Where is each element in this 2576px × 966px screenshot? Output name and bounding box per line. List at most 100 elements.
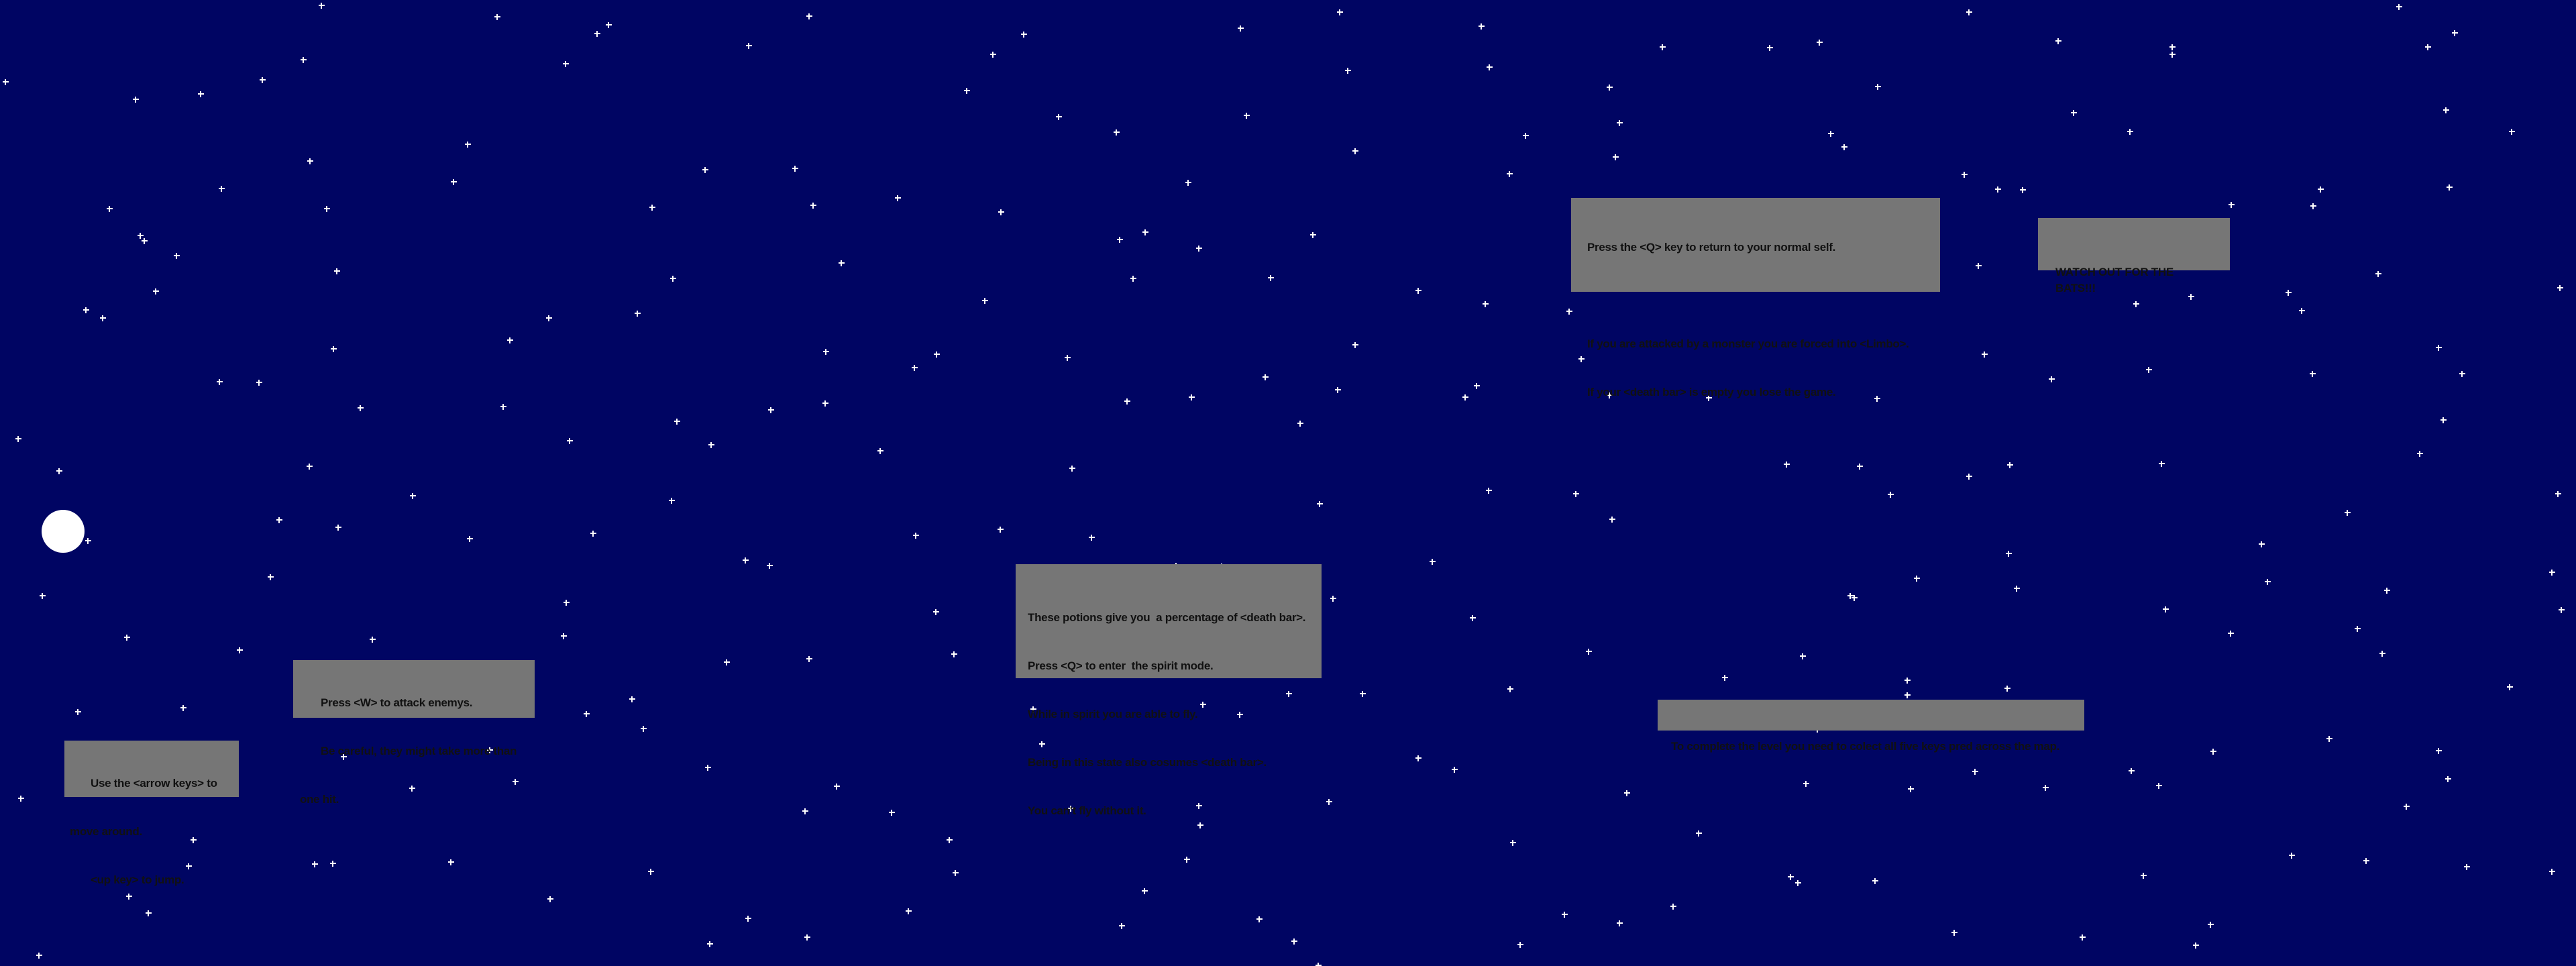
star [648, 869, 654, 875]
star [2375, 271, 2381, 277]
star [1857, 464, 1863, 470]
star [2379, 651, 2385, 657]
star [546, 315, 552, 321]
star [1566, 309, 1572, 315]
star [1966, 9, 1972, 15]
star [2014, 586, 2020, 592]
star [1352, 148, 1358, 154]
star [1238, 25, 1244, 32]
star [2440, 417, 2447, 423]
star [2299, 308, 2305, 314]
star [1244, 113, 1250, 119]
star [2318, 186, 2324, 193]
star [256, 380, 262, 386]
star [370, 637, 376, 643]
star [138, 233, 144, 239]
star [2159, 461, 2165, 467]
star [947, 837, 953, 843]
star [767, 563, 773, 569]
star [806, 13, 812, 19]
star [823, 349, 829, 355]
star [1613, 154, 1619, 160]
star [2004, 686, 2010, 692]
star [1510, 840, 1516, 846]
star [2156, 783, 2162, 789]
sign-line: Be careful, they might take more than [300, 745, 517, 757]
star [561, 633, 567, 639]
sign-line: To complete the level you need to colect… [1671, 740, 2060, 753]
star [319, 3, 325, 9]
star [410, 493, 416, 499]
star [674, 419, 680, 425]
star [1962, 172, 1968, 178]
star [124, 635, 130, 641]
star [18, 796, 24, 802]
star [15, 436, 21, 442]
star [705, 765, 711, 771]
star [1021, 32, 1027, 38]
star [1337, 9, 1343, 15]
star [1117, 237, 1123, 243]
star [1660, 44, 1666, 50]
star [670, 276, 676, 282]
sign-line: <up key> to jump. [70, 873, 184, 886]
star [792, 166, 798, 172]
star [1291, 938, 1297, 945]
star [1114, 129, 1120, 136]
star [998, 209, 1004, 215]
star [1966, 474, 1972, 480]
star [906, 908, 912, 914]
star [312, 861, 318, 867]
star [2464, 864, 2470, 870]
star [358, 405, 364, 411]
star [2436, 748, 2442, 754]
star [1335, 387, 1341, 393]
star [1415, 288, 1421, 294]
star [547, 896, 553, 902]
star [933, 609, 939, 615]
star [2310, 203, 2316, 209]
star [1976, 263, 1982, 269]
star [1326, 799, 1332, 805]
star [237, 647, 243, 653]
star [2259, 541, 2265, 547]
limbo-hint-sign: Press the <Q> key to return to your norm… [1571, 198, 1940, 398]
star [1784, 462, 1790, 468]
star [1767, 45, 1773, 51]
star [2169, 52, 2176, 58]
star [895, 195, 901, 201]
star [331, 346, 337, 352]
star [2146, 367, 2152, 373]
star [260, 77, 266, 83]
sign-line: Press <Q> to enter the spirit mode. [1028, 659, 1214, 672]
star [2208, 922, 2214, 928]
star [1184, 857, 1190, 863]
star [877, 448, 883, 454]
star [2286, 290, 2292, 296]
potion-hint-sign: These potions give you a percentage of <… [1016, 564, 1322, 817]
star [1888, 492, 1894, 498]
star [594, 31, 600, 37]
star [1415, 755, 1421, 761]
star [2345, 510, 2351, 516]
star [2436, 345, 2442, 351]
sign-line: Being in this state also cosumes <death … [1028, 756, 1267, 769]
star [2127, 129, 2133, 135]
star [1523, 133, 1529, 139]
star [1124, 398, 1130, 405]
star [1609, 517, 1615, 523]
star [1624, 790, 1630, 796]
bats-warning-sign: WATCH OUT FOR THE BATS!!! [2038, 218, 2230, 294]
star [982, 298, 988, 304]
star [2049, 376, 2055, 382]
star [1995, 186, 2001, 193]
star [1507, 171, 1513, 177]
star [2229, 202, 2235, 208]
star [1483, 301, 1489, 307]
sign-line: one hit. [300, 793, 339, 806]
star [1189, 394, 1195, 400]
star [301, 57, 307, 63]
star [822, 400, 828, 407]
star [1908, 786, 1914, 792]
star [467, 536, 473, 542]
